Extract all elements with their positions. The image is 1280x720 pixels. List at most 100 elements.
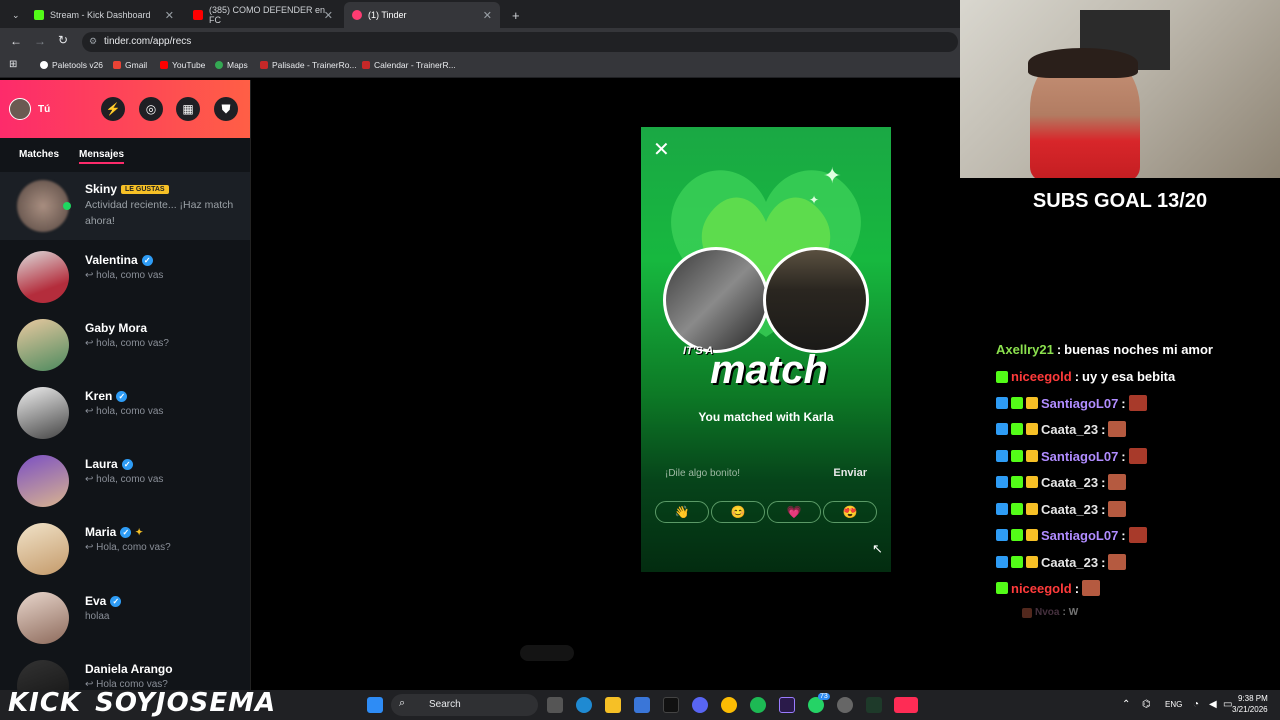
avatar: [17, 180, 69, 232]
bookmark-label: YouTube: [172, 60, 206, 70]
heart-eyes-emoji-button[interactable]: 😍: [823, 501, 877, 523]
wave-emoji-button[interactable]: 👋: [655, 501, 709, 523]
tab-kick-dashboard[interactable]: Stream - Kick Dashboard ✕: [26, 2, 182, 28]
address-bar[interactable]: ⚙ tinder.com/app/recs: [82, 32, 958, 52]
conversation-item[interactable]: Gaby Mora ↩ hola, como vas?: [0, 311, 250, 379]
task-view-icon[interactable]: [547, 697, 563, 713]
conversation-item[interactable]: Kren ✓ ↩ hola, como vas: [0, 379, 250, 447]
clock-date[interactable]: 3/21/2026: [1232, 705, 1268, 714]
tab-search-icon[interactable]: ⌄: [4, 2, 24, 28]
message-input[interactable]: ¡Dile algo bonito! Enviar: [653, 459, 879, 489]
conversation-item[interactable]: Valentina ✓ ↩ hola, como vas: [0, 243, 250, 311]
wifi-icon[interactable]: ◔: [1193, 699, 1199, 710]
windows-start-icon[interactable]: [367, 697, 383, 713]
send-button[interactable]: Enviar: [833, 467, 867, 479]
smile-emoji-button[interactable]: 😊: [711, 501, 765, 523]
tinder-sidebar: Tú ⚡ ◎ ▦ ⛊ Matches Mensajes Skiny LE GUST…: [0, 80, 251, 690]
chrome-icon[interactable]: [721, 697, 737, 713]
conversation-item[interactable]: Skiny LE GUSTAS Actividad reciente... ¡Ha…: [0, 172, 250, 240]
badge-icon: [996, 529, 1008, 541]
bookmark-calendar[interactable]: Calendar - TrainerR...: [362, 60, 456, 70]
taskbar-search[interactable]: ⌕ Search: [391, 694, 538, 716]
tinder-favicon-icon: [352, 10, 362, 20]
bookmark-paletools[interactable]: Paletools v26: [40, 60, 103, 70]
crown-icon: [1026, 503, 1038, 515]
tab-messages[interactable]: Mensajes: [79, 149, 125, 164]
emote-icon: [1022, 607, 1032, 618]
discord-icon[interactable]: [692, 697, 708, 713]
chat-message: SantiagoL07:: [996, 448, 1147, 464]
conversation-item[interactable]: Maria ✓ ✦ ↩ Hola, como vas?: [0, 515, 250, 583]
close-tab-icon[interactable]: ✕: [165, 9, 174, 22]
kick-favicon-icon: [34, 10, 44, 20]
store-icon[interactable]: [634, 697, 650, 713]
file-explorer-icon[interactable]: [605, 697, 621, 713]
name-text: Maria: [85, 525, 117, 539]
avatar: [17, 455, 69, 507]
network-icon[interactable]: ⌬: [1142, 699, 1151, 710]
emote-icon: [1108, 421, 1127, 437]
tiktok-live-icon[interactable]: [894, 697, 918, 713]
forward-icon[interactable]: →: [34, 34, 46, 48]
conversation-item[interactable]: Eva ✓ holaa: [0, 584, 250, 652]
preview-text: Hola, como vas?: [96, 542, 171, 553]
language-indicator[interactable]: ENG: [1165, 700, 1182, 709]
background-button: [520, 645, 574, 661]
clock-time[interactable]: 9:38 PM: [1238, 694, 1268, 703]
tiktok-icon[interactable]: [663, 697, 679, 713]
preview-text: holaa: [85, 611, 110, 622]
name-text: Eva: [85, 594, 107, 608]
explore-icon[interactable]: ◎: [139, 97, 163, 121]
new-tab-button[interactable]: +: [504, 2, 524, 28]
sub-badge-icon: [1011, 423, 1023, 435]
spotify-icon[interactable]: [750, 697, 766, 713]
briefcase-icon[interactable]: ▦: [176, 97, 200, 121]
chevron-up-icon[interactable]: ⌃: [1122, 699, 1130, 710]
conversation-name: Gaby Mora: [85, 321, 147, 335]
tab-youtube[interactable]: (385) COMO DEFENDER en FC ✕: [185, 2, 341, 28]
edge-icon[interactable]: [576, 697, 592, 713]
close-tab-icon[interactable]: ✕: [483, 9, 492, 22]
app-icon[interactable]: [866, 697, 882, 713]
badge-icon: [996, 476, 1008, 488]
message-preview-line2: ahora!: [85, 215, 115, 227]
match-subtitle: You matched with Karla: [698, 410, 834, 424]
verified-icon: ✓: [120, 526, 132, 538]
volume-icon[interactable]: ◀: [1209, 699, 1217, 710]
sub-badge-icon: [1011, 503, 1023, 515]
avatar[interactable]: [9, 98, 31, 120]
bookmark-palisade[interactable]: Palisade - TrainerRo...: [260, 60, 357, 70]
avatar: [17, 523, 69, 575]
bookmark-gmail[interactable]: Gmail: [113, 60, 147, 70]
avatar: [17, 660, 69, 690]
emote-icon: [1128, 448, 1147, 464]
match-photo: [763, 247, 869, 353]
apps-grid-icon[interactable]: ⊞: [9, 59, 17, 70]
chat-message: Nvoa: W: [1022, 607, 1078, 618]
close-icon[interactable]: ✕: [653, 137, 670, 162]
youtube-icon: [160, 61, 168, 69]
app-icon[interactable]: [837, 697, 853, 713]
boost-icon[interactable]: ⚡: [101, 97, 125, 121]
message-preview: ↩ Hola, como vas?: [85, 542, 171, 553]
premiere-icon[interactable]: [779, 697, 795, 713]
site-info-icon[interactable]: ⚙: [89, 36, 97, 47]
shield-icon[interactable]: ⛊: [214, 97, 238, 121]
sparkle-icon: ✦: [809, 193, 820, 207]
close-tab-icon[interactable]: ✕: [324, 9, 333, 22]
stream-brand: KICK SOYJOSEMA: [8, 688, 276, 718]
bookmark-label: Gmail: [125, 60, 148, 70]
conversation-item[interactable]: Laura ✓ ↩ hola, como vas: [0, 447, 250, 515]
bookmark-maps[interactable]: Maps: [215, 60, 248, 70]
conversation-item[interactable]: Daniela Arango ↩ Hola como vas?: [0, 652, 250, 690]
back-icon[interactable]: ←: [10, 34, 22, 48]
sub-badge-icon: [996, 582, 1008, 594]
bookmarks-bar: ⊞ Paletools v26 Gmail YouTube Maps Palis…: [0, 56, 960, 78]
bookmark-youtube[interactable]: YouTube: [160, 60, 205, 70]
reload-icon[interactable]: ↻: [58, 33, 68, 47]
heart-emoji-button[interactable]: 💗: [767, 501, 821, 523]
tab-matches[interactable]: Matches: [19, 149, 59, 160]
tab-tinder[interactable]: (1) Tinder ✕: [344, 2, 500, 28]
name-text: Laura: [85, 457, 118, 471]
profile-label[interactable]: Tú: [38, 104, 50, 115]
